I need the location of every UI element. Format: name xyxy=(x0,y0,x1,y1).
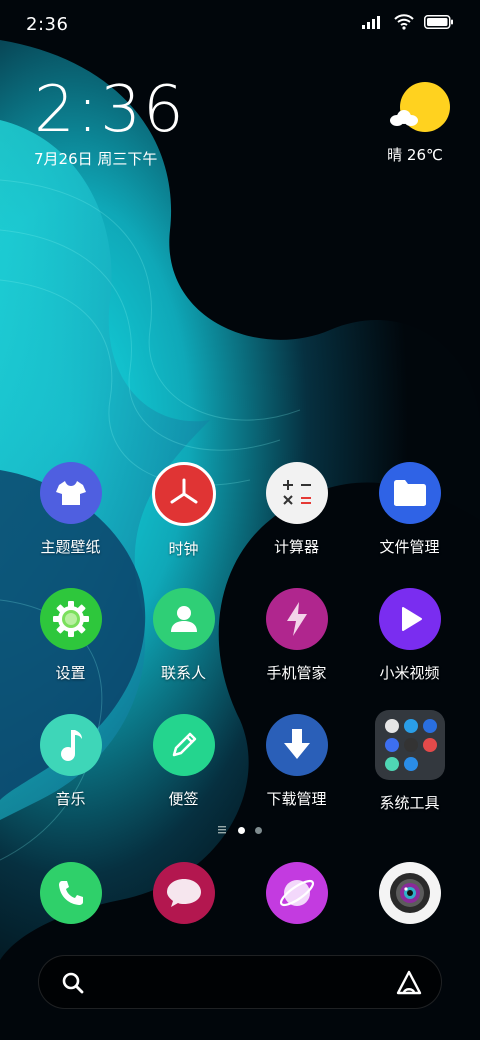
gear-icon xyxy=(39,588,102,650)
tshirt-icon xyxy=(39,462,102,524)
app-calculator[interactable]: 计算器 xyxy=(240,462,353,574)
app-label: 文件管理 xyxy=(379,538,440,556)
calculator-icon xyxy=(265,462,328,524)
app-label: 计算器 xyxy=(273,538,319,556)
status-time: 2:36 xyxy=(26,14,69,35)
app-label: 时钟 xyxy=(168,540,199,558)
lightning-icon xyxy=(265,588,328,650)
signal-icon xyxy=(362,16,380,29)
app-mi-video[interactable]: 小米视频 xyxy=(353,588,466,700)
status-bar: 2:36 xyxy=(0,0,480,50)
assistant-icon[interactable] xyxy=(395,969,423,997)
clock-widget[interactable]: 2:36 7月26日 周三下午 xyxy=(34,78,186,169)
wifi-icon xyxy=(394,14,414,30)
music-note-icon xyxy=(39,714,102,776)
search-icon[interactable] xyxy=(61,971,85,995)
weather-widget[interactable]: 晴 26℃ xyxy=(380,82,450,165)
pencil-icon xyxy=(152,714,215,776)
app-file-manager[interactable]: 文件管理 xyxy=(353,462,466,574)
app-security[interactable]: 手机管家 xyxy=(240,588,353,700)
globe-icon xyxy=(265,862,328,924)
clock-icon xyxy=(151,462,216,526)
chat-bubble-icon xyxy=(152,862,215,924)
status-icons xyxy=(362,14,454,30)
app-downloads[interactable]: 下载管理 xyxy=(240,714,353,826)
folder-grid-icon xyxy=(374,710,445,780)
page-dot-active xyxy=(238,826,245,834)
folder-icon xyxy=(378,462,441,524)
app-label: 系统工具 xyxy=(379,794,440,812)
clock-time: 2:36 xyxy=(34,73,186,147)
play-icon xyxy=(378,588,441,650)
app-theme-wallpaper[interactable]: 主题壁纸 xyxy=(14,462,127,574)
phone-icon xyxy=(39,862,102,924)
app-settings[interactable]: 设置 xyxy=(14,588,127,700)
download-icon xyxy=(265,714,328,776)
page-dot xyxy=(255,826,262,834)
battery-icon xyxy=(424,15,453,29)
search-bar[interactable] xyxy=(38,955,442,1009)
app-clock[interactable]: 时钟 xyxy=(127,462,240,574)
app-music[interactable]: 音乐 xyxy=(14,714,127,826)
app-label: 主题壁纸 xyxy=(40,538,101,556)
app-notes[interactable]: 便签 xyxy=(127,714,240,826)
clock-date: 7月26日 周三下午 xyxy=(34,150,158,168)
app-label: 设置 xyxy=(55,664,86,682)
app-label: 手机管家 xyxy=(266,664,327,682)
app-label: 音乐 xyxy=(55,790,86,808)
app-grid: 主题壁纸 时钟 计算器 文件管理 设置 联系人 手机管家 小米视频 音乐 便签 … xyxy=(14,462,466,826)
weather-text: 晴 26℃ xyxy=(387,146,443,164)
camera-lens-icon xyxy=(378,862,441,924)
app-label: 联系人 xyxy=(160,664,206,682)
page-indicator[interactable] xyxy=(0,826,480,834)
app-label: 小米视频 xyxy=(379,664,440,682)
app-contacts[interactable]: 联系人 xyxy=(127,588,240,700)
menu-lines-icon xyxy=(218,826,226,834)
app-label: 便签 xyxy=(168,790,199,808)
app-folder-system-tools[interactable]: 系统工具 xyxy=(353,710,466,826)
app-label: 下载管理 xyxy=(266,790,327,808)
person-icon xyxy=(152,588,215,650)
sunny-cloud-icon xyxy=(386,82,456,138)
